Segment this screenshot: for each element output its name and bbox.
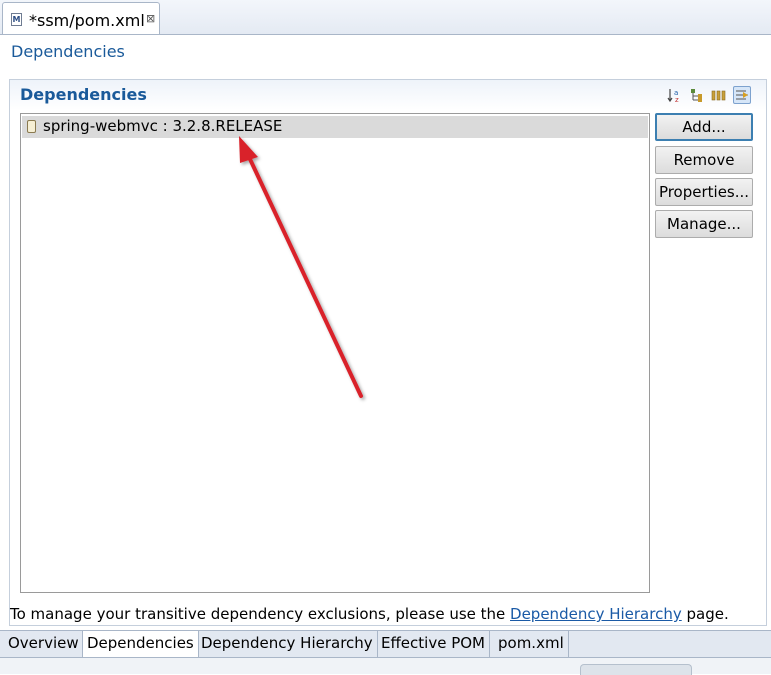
- exclusions-info: To manage your transitive dependency exc…: [10, 605, 729, 623]
- page-title: Dependencies: [11, 42, 125, 61]
- tab-dependencies[interactable]: Dependencies: [82, 631, 199, 657]
- section-header: Dependencies a z: [10, 80, 766, 110]
- svg-text:z: z: [675, 96, 679, 104]
- maven-pom-icon: M: [11, 13, 22, 26]
- show-version-icon[interactable]: [710, 86, 728, 104]
- dependency-label: spring-webmvc : 3.2.8.RELEASE: [43, 117, 283, 135]
- jar-icon: [27, 120, 36, 133]
- filter-icon[interactable]: [733, 86, 751, 104]
- editor-tab-pom[interactable]: M *ssm/pom.xml ⊠: [2, 2, 160, 34]
- tab-effective-pom[interactable]: Effective POM: [377, 631, 491, 657]
- info-text-suffix: page.: [681, 605, 729, 623]
- section-title: Dependencies: [20, 85, 147, 104]
- close-icon[interactable]: ⊠: [146, 12, 155, 25]
- tab-dependency-hierarchy[interactable]: Dependency Hierarchy: [197, 631, 378, 657]
- list-item[interactable]: spring-webmvc : 3.2.8.RELEASE: [22, 116, 648, 138]
- bottom-panel-strip: [0, 658, 771, 675]
- editor-page-tabs: Overview Dependencies Dependency Hierarc…: [0, 630, 771, 658]
- properties-button[interactable]: Properties...: [655, 178, 753, 206]
- dependency-hierarchy-link[interactable]: Dependency Hierarchy: [510, 605, 682, 623]
- add-button[interactable]: Add...: [655, 113, 753, 141]
- dependencies-section: Dependencies a z spring-webmvc: 3.2.8.R…: [9, 79, 767, 626]
- remove-button[interactable]: Remove: [655, 146, 753, 174]
- info-text-prefix: To manage your transitive dependency exc…: [10, 605, 511, 623]
- tab-overview[interactable]: Overview: [4, 631, 84, 657]
- dependency-list[interactable]: spring-webmvc : 3.2.8.RELEASE: [20, 113, 650, 593]
- show-groupid-icon[interactable]: [688, 86, 706, 104]
- manage-button[interactable]: Manage...: [655, 210, 753, 238]
- panel-tab-fragment: [580, 664, 692, 675]
- editor-tab-bar: M *ssm/pom.xml ⊠: [0, 0, 771, 35]
- sort-alphabetical-icon[interactable]: a z: [666, 86, 684, 104]
- tab-pom-xml[interactable]: pom.xml: [494, 631, 569, 657]
- editor-tab-title: *ssm/pom.xml: [29, 11, 145, 30]
